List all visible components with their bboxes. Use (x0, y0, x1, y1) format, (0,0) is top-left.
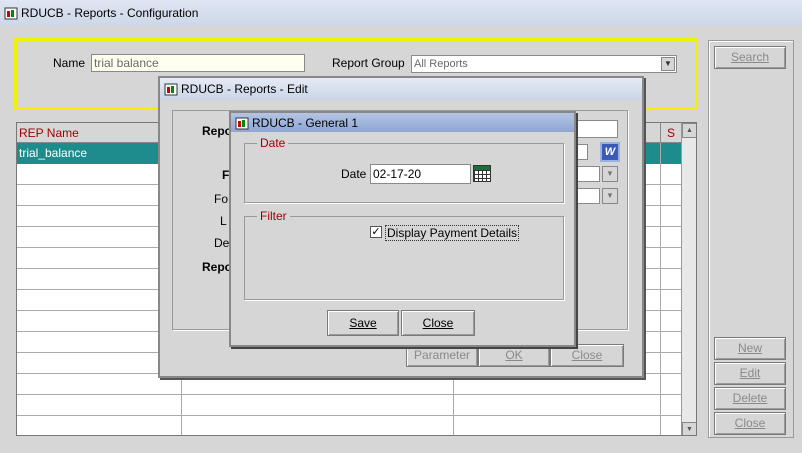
report-group-label: Report Group (332, 56, 405, 70)
edit-button[interactable]: Edit (714, 362, 786, 385)
vertical-scrollbar[interactable]: ▲ ▼ (681, 123, 696, 435)
main-titlebar: RDUCB - Reports - Configuration (0, 0, 802, 26)
col-line-3 (660, 143, 661, 435)
general-title: RDUCB - General 1 (252, 115, 359, 130)
general-titlebar: RDUCB - General 1 (231, 113, 574, 132)
close-button[interactable]: Close (714, 412, 786, 435)
main-title: RDUCB - Reports - Configuration (21, 6, 199, 20)
date-group-title: Date (257, 136, 289, 150)
edit-titlebar: RDUCB - Reports - Edit (160, 78, 642, 100)
dropdown-icon[interactable]: ▼ (602, 188, 618, 204)
scroll-up-icon[interactable]: ▲ (682, 123, 696, 138)
edit-label-fo: Fo (214, 192, 229, 206)
edit-label-report: Repo (202, 124, 232, 138)
name-input[interactable]: trial balance (91, 54, 305, 72)
date-label: Date (341, 167, 367, 181)
edit-label-l: L (220, 214, 227, 228)
word-icon[interactable]: W (600, 142, 620, 162)
date-input[interactable]: 02-17-20 (370, 164, 471, 184)
table-cell-rep-name: trial_balance (19, 146, 88, 160)
edit-close-button[interactable]: Close (550, 344, 624, 367)
edit-report-field[interactable] (570, 120, 618, 138)
edit-label-report-2: Repo (202, 260, 232, 274)
chevron-down-icon[interactable]: ▼ (661, 57, 675, 71)
app-icon (4, 7, 18, 20)
calendar-icon[interactable] (473, 165, 491, 182)
display-payment-checkbox[interactable]: ✓ (370, 226, 382, 238)
report-group-select[interactable]: All Reports ▼ (411, 55, 677, 73)
filter-group-title: Filter (257, 209, 290, 223)
col-header-s[interactable]: S (667, 126, 675, 140)
app-icon (235, 117, 249, 129)
parameter-button[interactable]: Parameter (406, 344, 478, 367)
edit-label-de: De (214, 236, 230, 250)
name-label: Name (53, 56, 86, 70)
scroll-down-icon[interactable]: ▼ (682, 422, 696, 435)
display-payment-label[interactable]: Display Payment Details (385, 225, 520, 241)
delete-button[interactable]: Delete (714, 387, 786, 410)
app-icon (164, 83, 178, 96)
dropdown-icon[interactable]: ▼ (602, 166, 618, 182)
save-button[interactable]: Save (327, 310, 399, 336)
edit-title: RDUCB - Reports - Edit (181, 82, 308, 96)
general-close-button[interactable]: Close (401, 310, 475, 336)
header-divider (660, 123, 661, 143)
ok-button[interactable]: OK (478, 344, 550, 367)
col-header-rep-name[interactable]: REP Name (19, 126, 79, 140)
search-button[interactable]: Search (714, 46, 786, 69)
general-window: RDUCB - General 1 Date Date 02-17-20 Fil… (229, 111, 576, 347)
report-group-value: All Reports (414, 58, 468, 70)
new-button[interactable]: New (714, 337, 786, 360)
